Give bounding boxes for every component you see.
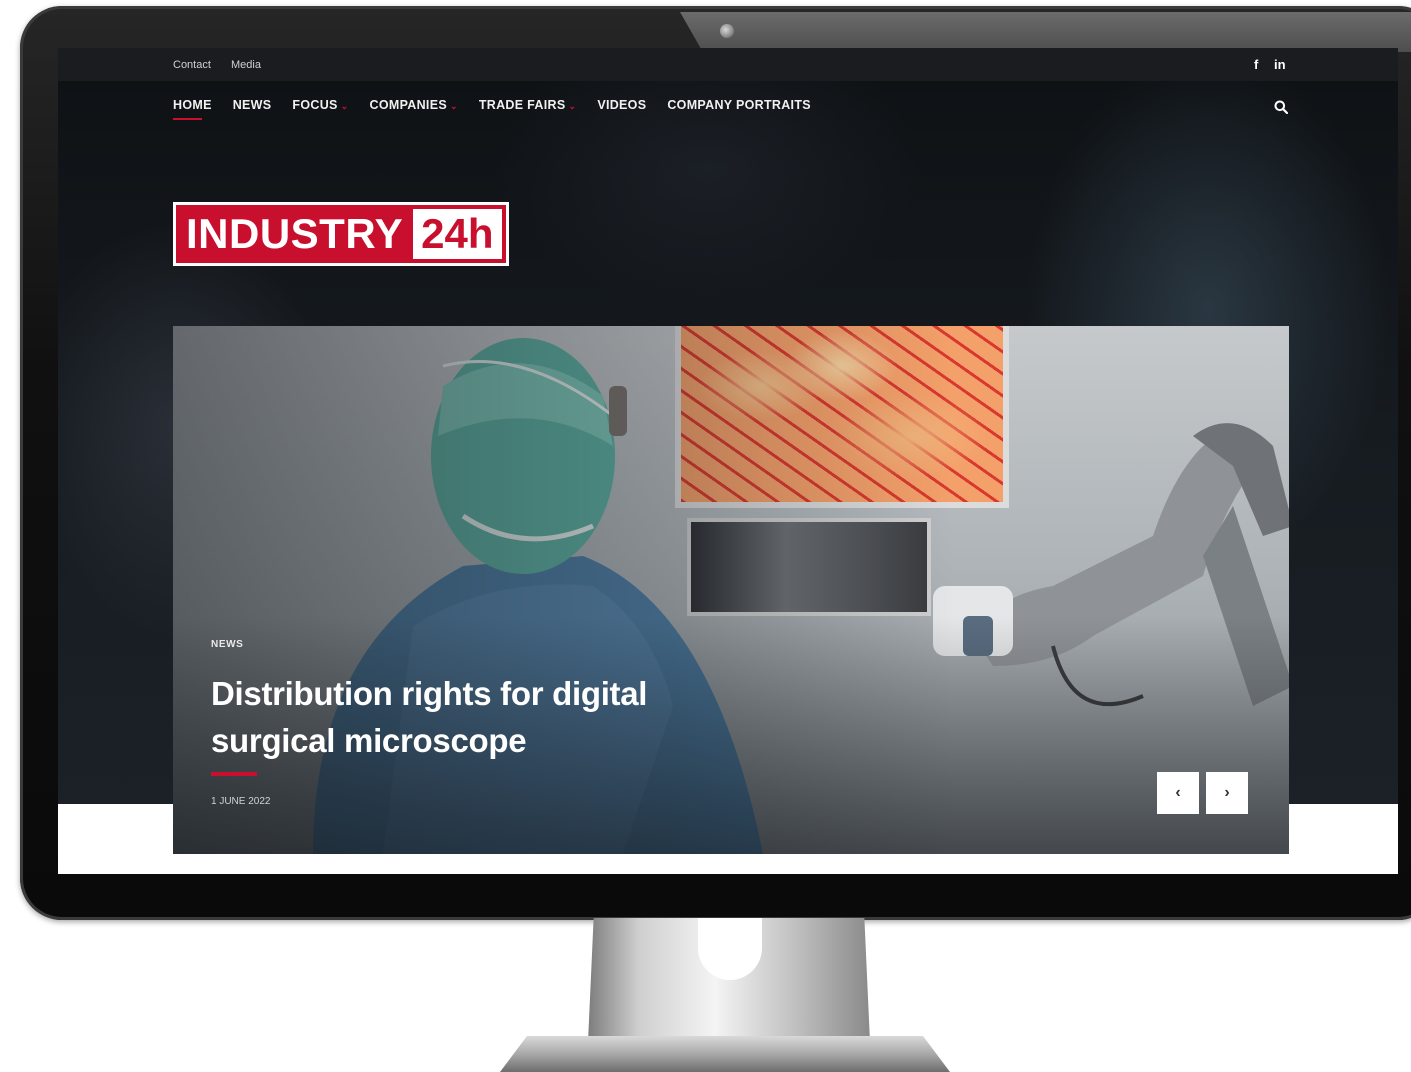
logo-wordmark: INDUSTRY	[186, 210, 404, 257]
slide-overlay	[173, 326, 1289, 854]
slide-category[interactable]: NEWS	[211, 639, 243, 650]
nav-item-videos[interactable]: VIDEOS	[597, 98, 646, 122]
nav-item-companies[interactable]: COMPANIES ⌄	[370, 98, 458, 122]
nav-item-trade-fairs[interactable]: TRADE FAIRS ⌄	[479, 98, 576, 122]
site-logo[interactable]: INDUSTRY 24h	[173, 202, 509, 266]
chevron-down-icon: ⌄	[340, 101, 349, 111]
logo-badge: 24h	[413, 209, 502, 259]
slide-date: 1 JUNE 2022	[211, 796, 271, 807]
nav-item-news[interactable]: NEWS	[233, 98, 272, 122]
nav-item-focus[interactable]: FOCUS ⌄	[292, 98, 348, 122]
title-accent-bar	[211, 772, 257, 776]
contact-link[interactable]: Contact	[173, 59, 211, 71]
media-link[interactable]: Media	[231, 59, 261, 71]
monitor-stand-cable-hole	[698, 918, 762, 980]
nav-item-label: VIDEOS	[597, 98, 647, 112]
nav-item-home[interactable]: HOME	[173, 98, 212, 122]
nav-item-label: TRADE FAIRS	[478, 98, 566, 112]
featured-slider[interactable]: NEWS Distribution rights for digital sur…	[173, 326, 1289, 854]
website-screen: Contact Media f in HOME NEWS FOCUS ⌄ COMP…	[58, 48, 1398, 874]
nav-item-company-portraits[interactable]: COMPANY PORTRAITS	[667, 98, 811, 122]
top-bar: Contact Media f in	[58, 48, 1398, 81]
facebook-icon[interactable]: f	[1254, 57, 1258, 72]
webcam-icon	[720, 24, 734, 38]
nav-item-label: FOCUS	[292, 98, 338, 112]
chevron-down-icon: ⌄	[449, 101, 458, 111]
linkedin-icon[interactable]: in	[1274, 57, 1286, 72]
chevron-left-icon: ‹	[1175, 784, 1181, 801]
nav-item-label: NEWS	[232, 98, 272, 112]
monitor-stand-base	[500, 1036, 950, 1072]
nav-item-label: HOME	[173, 98, 212, 112]
chevron-right-icon: ›	[1224, 784, 1230, 801]
slide-title[interactable]: Distribution rights for digital surgical…	[211, 670, 771, 764]
main-navigation: HOME NEWS FOCUS ⌄ COMPANIES ⌄ TRADE FAIRS ⌄…	[173, 98, 832, 122]
nav-item-label: COMPANIES	[369, 98, 447, 112]
slider-next-button[interactable]: ›	[1206, 772, 1248, 814]
slider-prev-button[interactable]: ‹	[1157, 772, 1199, 814]
bezel-glare	[680, 12, 1411, 52]
search-icon[interactable]	[1274, 100, 1288, 114]
nav-item-label: COMPANY PORTRAITS	[667, 98, 811, 112]
chevron-down-icon: ⌄	[568, 101, 577, 111]
